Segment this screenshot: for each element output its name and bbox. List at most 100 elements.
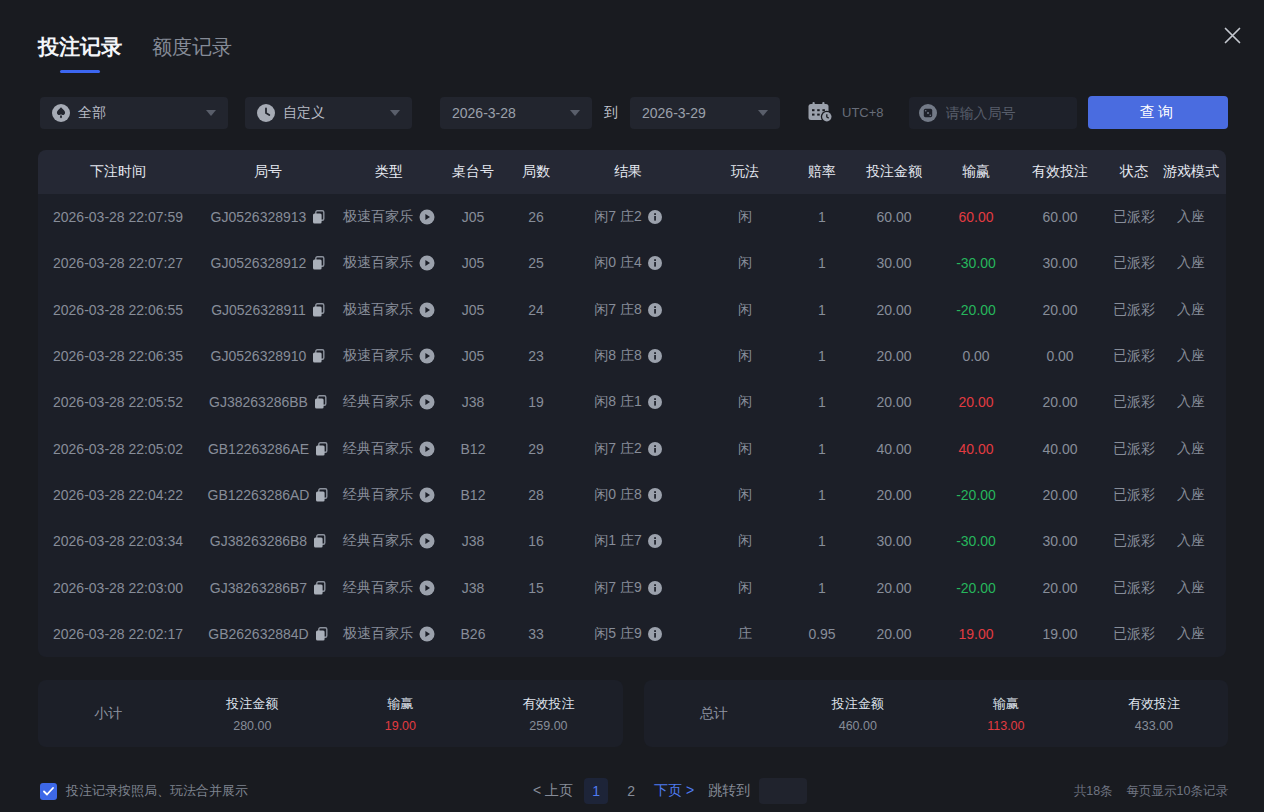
cell-win-loss: 20.00	[944, 394, 1008, 410]
cell-round-id-text: GJ38263286BB	[209, 394, 308, 410]
cell-table-no: B26	[440, 626, 506, 642]
play-circle-icon[interactable]	[419, 255, 435, 271]
cell-round-count-text: 15	[528, 580, 544, 596]
cell-bet-time-text: 2026-03-28 22:02:17	[53, 626, 183, 642]
cell-odds: 1	[800, 302, 844, 318]
cell-game-mode: 入座	[1156, 393, 1226, 411]
cell-game-mode-text: 入座	[1177, 579, 1205, 597]
cell-round-id: GB262632884D	[198, 626, 338, 642]
total-count: 共18条	[1074, 783, 1113, 800]
page-size-info: 每页显示10条记录	[1127, 783, 1228, 800]
cell-odds-text: 1	[818, 209, 826, 225]
filter-bar: 全部 自定义 2026-3-28 到 2026-3-29 UTC+8 查询	[40, 96, 1228, 129]
play-circle-icon[interactable]	[419, 533, 435, 549]
copy-icon[interactable]	[314, 395, 327, 409]
cell-table-no-text: B26	[461, 626, 486, 642]
date-to-select[interactable]: 2026-3-29	[630, 97, 780, 129]
play-circle-icon[interactable]	[419, 487, 435, 503]
cell-play-type: 闲	[690, 393, 800, 411]
prev-page-button[interactable]: < 上页	[533, 782, 573, 800]
play-circle-icon[interactable]	[419, 580, 435, 596]
cell-odds-text: 1	[818, 255, 826, 271]
table-row: 2026-03-28 22:03:34GJ38263286B8经典百家乐J381…	[38, 518, 1226, 564]
timezone-group: UTC+8	[808, 102, 884, 123]
cell-result-text: 闲0 庄4	[594, 254, 641, 272]
play-circle-icon[interactable]	[419, 209, 435, 225]
play-circle-icon[interactable]	[419, 348, 435, 364]
page-number-1[interactable]: 1	[584, 778, 608, 804]
info-circle-icon[interactable]	[648, 303, 662, 317]
cell-bet-time: 2026-03-28 22:07:27	[38, 255, 198, 271]
info-circle-icon[interactable]	[648, 488, 662, 502]
cell-table-no-text: J05	[462, 209, 485, 225]
jump-page-input[interactable]	[759, 778, 807, 804]
column-header-round-count: 局数	[506, 163, 566, 181]
info-circle-icon[interactable]	[648, 534, 662, 548]
merge-checkbox[interactable]	[40, 783, 57, 800]
copy-icon[interactable]	[312, 349, 325, 363]
game-type-select[interactable]: 全部	[40, 97, 228, 129]
cell-play-type-text: 闲	[738, 347, 752, 365]
cell-bet-amount: 20.00	[844, 348, 944, 364]
cell-play-type: 闲	[690, 254, 800, 272]
cell-play-type-text: 闲	[738, 254, 752, 272]
cell-round-count: 29	[506, 441, 566, 457]
cell-win-loss: -30.00	[944, 533, 1008, 549]
cell-bet-amount: 20.00	[844, 302, 944, 318]
copy-icon[interactable]	[313, 534, 326, 548]
cell-round-count: 15	[506, 580, 566, 596]
copy-icon[interactable]	[312, 210, 325, 224]
info-circle-icon[interactable]	[648, 256, 662, 270]
cell-play-type-text: 闲	[738, 579, 752, 597]
copy-icon[interactable]	[312, 303, 325, 317]
cell-win-loss-text: -20.00	[956, 302, 996, 318]
active-tab-underline	[60, 70, 100, 73]
cell-bet-amount: 20.00	[844, 580, 944, 596]
cell-table-no-text: J38	[462, 580, 485, 596]
total-valid-value: 433.00	[1135, 719, 1173, 733]
copy-icon[interactable]	[312, 256, 325, 270]
cell-status-text: 已派彩	[1113, 301, 1155, 319]
cell-win-loss-text: 60.00	[958, 209, 993, 225]
cell-bet-time-text: 2026-03-28 22:07:59	[53, 209, 183, 225]
total-bet-label: 投注金额	[832, 695, 884, 713]
cell-bet-amount: 30.00	[844, 255, 944, 271]
copy-icon[interactable]	[315, 488, 328, 502]
copy-icon[interactable]	[315, 442, 328, 456]
time-range-select[interactable]: 自定义	[245, 97, 412, 129]
next-page-button[interactable]: 下页 >	[654, 782, 694, 800]
cell-round-id: GJ38263286B7	[198, 580, 338, 596]
tab-bet-records[interactable]: 投注记录	[38, 33, 122, 73]
info-circle-icon[interactable]	[648, 581, 662, 595]
cell-status-text: 已派彩	[1113, 486, 1155, 504]
tab-quota-records[interactable]: 额度记录	[152, 34, 232, 73]
info-circle-icon[interactable]	[648, 349, 662, 363]
info-circle-icon[interactable]	[648, 395, 662, 409]
cell-result: 闲7 庄8	[566, 301, 690, 319]
copy-icon[interactable]	[313, 581, 326, 595]
cell-status-text: 已派彩	[1113, 579, 1155, 597]
subtotal-valid-value: 259.00	[529, 719, 567, 733]
cell-valid-bet-text: 20.00	[1042, 487, 1077, 503]
page-number-2[interactable]: 2	[619, 778, 643, 804]
cell-game-mode: 入座	[1156, 301, 1226, 319]
subtotal-bet-value: 280.00	[233, 719, 271, 733]
table-row: 2026-03-28 22:04:22GB12263286AD经典百家乐B122…	[38, 472, 1226, 518]
close-icon[interactable]	[1222, 25, 1243, 46]
cell-status: 已派彩	[1112, 208, 1156, 226]
cell-game-type-text: 极速百家乐	[343, 254, 413, 272]
round-search-input[interactable]	[946, 105, 1056, 121]
info-circle-icon[interactable]	[648, 627, 662, 641]
cell-table-no: J05	[440, 255, 506, 271]
info-circle-icon[interactable]	[648, 210, 662, 224]
play-circle-icon[interactable]	[419, 302, 435, 318]
info-circle-icon[interactable]	[648, 442, 662, 456]
copy-icon[interactable]	[315, 627, 328, 641]
play-circle-icon[interactable]	[419, 441, 435, 457]
date-from-select[interactable]: 2026-3-28	[440, 97, 592, 129]
cell-game-type-text: 经典百家乐	[343, 440, 413, 458]
cell-bet-amount: 30.00	[844, 533, 944, 549]
play-circle-icon[interactable]	[419, 626, 435, 642]
play-circle-icon[interactable]	[419, 394, 435, 410]
query-button[interactable]: 查询	[1088, 96, 1228, 129]
